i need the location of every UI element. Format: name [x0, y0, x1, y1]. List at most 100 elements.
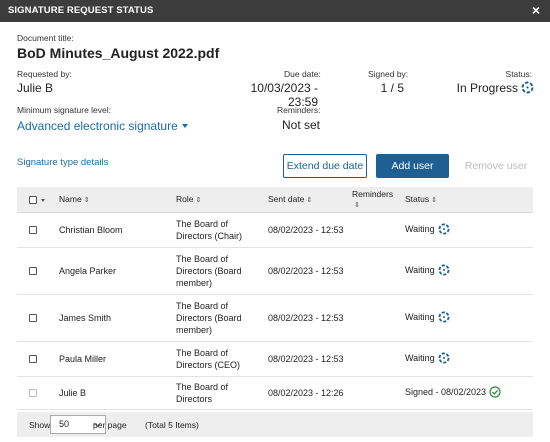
close-icon[interactable]: ×: [532, 3, 540, 17]
signature-type-details-link[interactable]: Signature type details: [17, 157, 108, 168]
row-select-cell[interactable]: [17, 247, 53, 295]
signer-status-text: Waiting: [405, 265, 435, 276]
signer-status: Signed - 08/02/2023: [399, 376, 533, 410]
sort-icon: ⇕: [83, 197, 90, 205]
due-date-label: Due date:: [284, 69, 321, 79]
signer-name: Angela Parker: [53, 247, 170, 295]
waiting-icon: [438, 311, 450, 323]
show-label: Show: [29, 420, 51, 430]
signers-table: Name ⇕ Role ⇕ Sent date ⇕ Reminders⇕ Status…: [17, 187, 533, 410]
add-user-button[interactable]: Add user: [376, 154, 449, 178]
signed-by-value: 1 / 5: [380, 81, 404, 95]
table-row[interactable]: Julie B The Board of Directors 08/02/202…: [17, 376, 533, 410]
signer-name: Christian Bloom: [53, 212, 170, 248]
min-signature-level-label: Minimum signature level:: [17, 105, 112, 115]
min-signature-level-dropdown[interactable]: Advanced electronic signature: [17, 119, 188, 133]
signer-role: The Board of Directors (CEO): [170, 341, 262, 377]
column-header-reminders[interactable]: Reminders ⇕: [346, 187, 399, 213]
dialog-titlebar: SIGNATURE REQUEST STATUS ×: [0, 0, 550, 22]
signer-sent-date: 08/02/2023 - 12:53: [262, 247, 346, 295]
signer-status: Waiting: [399, 294, 533, 342]
signer-role: The Board of Directors (Board member): [170, 247, 262, 295]
signer-status: Waiting: [399, 247, 533, 295]
table-header-row: Name ⇕ Role ⇕ Sent date ⇕ Reminders⇕ Status…: [17, 187, 533, 213]
column-header-reminders-label: Reminders: [352, 189, 394, 200]
signer-reminders: [346, 212, 399, 248]
requested-by-label: Requested by:: [17, 69, 72, 79]
row-checkbox-disabled: [29, 389, 37, 398]
signer-status-text: Waiting: [405, 312, 435, 323]
signature-request-dialog: SIGNATURE REQUEST STATUS × Document titl…: [0, 0, 550, 442]
document-title-label: Document title:: [17, 33, 74, 43]
requested-by-value: Julie B: [17, 81, 54, 95]
check-circle-icon: [489, 386, 501, 398]
column-header-role-label: Role: [176, 194, 194, 205]
signer-reminders: [346, 341, 399, 377]
signer-status: Waiting: [399, 212, 533, 248]
total-items-label: (Total 5 Items): [145, 420, 199, 430]
status-value-wrap: In Progress: [444, 81, 534, 95]
waiting-icon: [438, 352, 450, 364]
reminders-value: Not set: [282, 118, 321, 132]
table-row[interactable]: Paula Miller The Board of Directors (CEO…: [17, 341, 533, 377]
signer-name: Paula Miller: [53, 341, 170, 377]
extend-due-date-button[interactable]: Extend due date: [283, 154, 367, 178]
status-label: Status:: [505, 69, 532, 79]
signer-reminders: [346, 376, 399, 410]
signer-status-text: Waiting: [405, 224, 435, 235]
signed-by-label: Signed by:: [368, 69, 409, 79]
signer-sent-date: 08/02/2023 - 12:53: [262, 212, 346, 248]
sort-icon: ⇕: [195, 197, 202, 205]
column-header-name-label: Name: [59, 194, 82, 205]
signer-status-text: Waiting: [405, 353, 435, 364]
select-all-column[interactable]: [17, 187, 53, 213]
table-row[interactable]: James Smith The Board of Directors (Boar…: [17, 294, 533, 342]
signer-sent-date: 08/02/2023 - 12:53: [262, 294, 346, 342]
min-signature-level-value: Advanced electronic signature: [17, 119, 178, 133]
chevron-down-icon: [181, 123, 188, 128]
signer-status-text: Signed - 08/02/2023: [405, 387, 487, 398]
column-header-status[interactable]: Status ⇕: [399, 187, 533, 213]
per-page-label: per page: [93, 420, 127, 430]
signer-reminders: [346, 294, 399, 342]
row-checkbox[interactable]: [29, 226, 37, 235]
select-all-checkbox[interactable]: [29, 196, 37, 204]
signer-name: James Smith: [53, 294, 170, 342]
row-select-cell[interactable]: [17, 341, 53, 377]
status-value: In Progress: [456, 81, 518, 95]
row-select-cell[interactable]: [17, 212, 53, 248]
signer-status: Waiting: [399, 341, 533, 377]
sort-icon: ⇕: [431, 197, 437, 205]
page-size-value: 50: [59, 419, 70, 429]
column-header-role[interactable]: Role ⇕: [170, 187, 262, 213]
remove-user-button: Remove user: [460, 154, 532, 178]
row-select-cell[interactable]: [17, 294, 53, 342]
column-header-status-label: Status: [405, 194, 430, 205]
signer-sent-date: 08/02/2023 - 12:53: [262, 341, 346, 377]
row-checkbox[interactable]: [29, 267, 37, 276]
signer-role: The Board of Directors (Board member): [170, 294, 262, 342]
signer-name: Julie B: [53, 376, 170, 410]
column-header-sent-date[interactable]: Sent date ⇕: [262, 187, 346, 213]
signer-reminders: [346, 247, 399, 295]
waiting-icon: [438, 264, 450, 276]
signer-sent-date: 08/02/2023 - 12:26: [262, 376, 346, 410]
signer-role: The Board of Directors (Chair): [170, 212, 262, 248]
reminders-label: Reminders:: [277, 105, 321, 115]
table-row[interactable]: Christian Bloom The Board of Directors (…: [17, 212, 533, 248]
row-checkbox[interactable]: [29, 314, 37, 323]
pagination-bar: Show 50 per page (Total 5 Items): [17, 412, 533, 437]
in-progress-icon: [521, 81, 534, 94]
table-row[interactable]: Angela Parker The Board of Directors (Bo…: [17, 247, 533, 295]
row-checkbox[interactable]: [29, 355, 37, 364]
sort-icon: ⇕: [306, 197, 313, 205]
row-select-cell: [17, 376, 53, 410]
document-title: BoD Minutes_August 2022.pdf: [17, 45, 220, 61]
column-header-name[interactable]: Name ⇕: [53, 187, 170, 213]
waiting-icon: [438, 223, 450, 235]
dialog-title: SIGNATURE REQUEST STATUS: [8, 5, 154, 16]
signer-role: The Board of Directors: [170, 376, 262, 410]
column-header-sent-date-label: Sent date: [268, 194, 305, 205]
chevron-down-icon[interactable]: [41, 198, 45, 202]
sort-icon: ⇕: [354, 202, 360, 210]
